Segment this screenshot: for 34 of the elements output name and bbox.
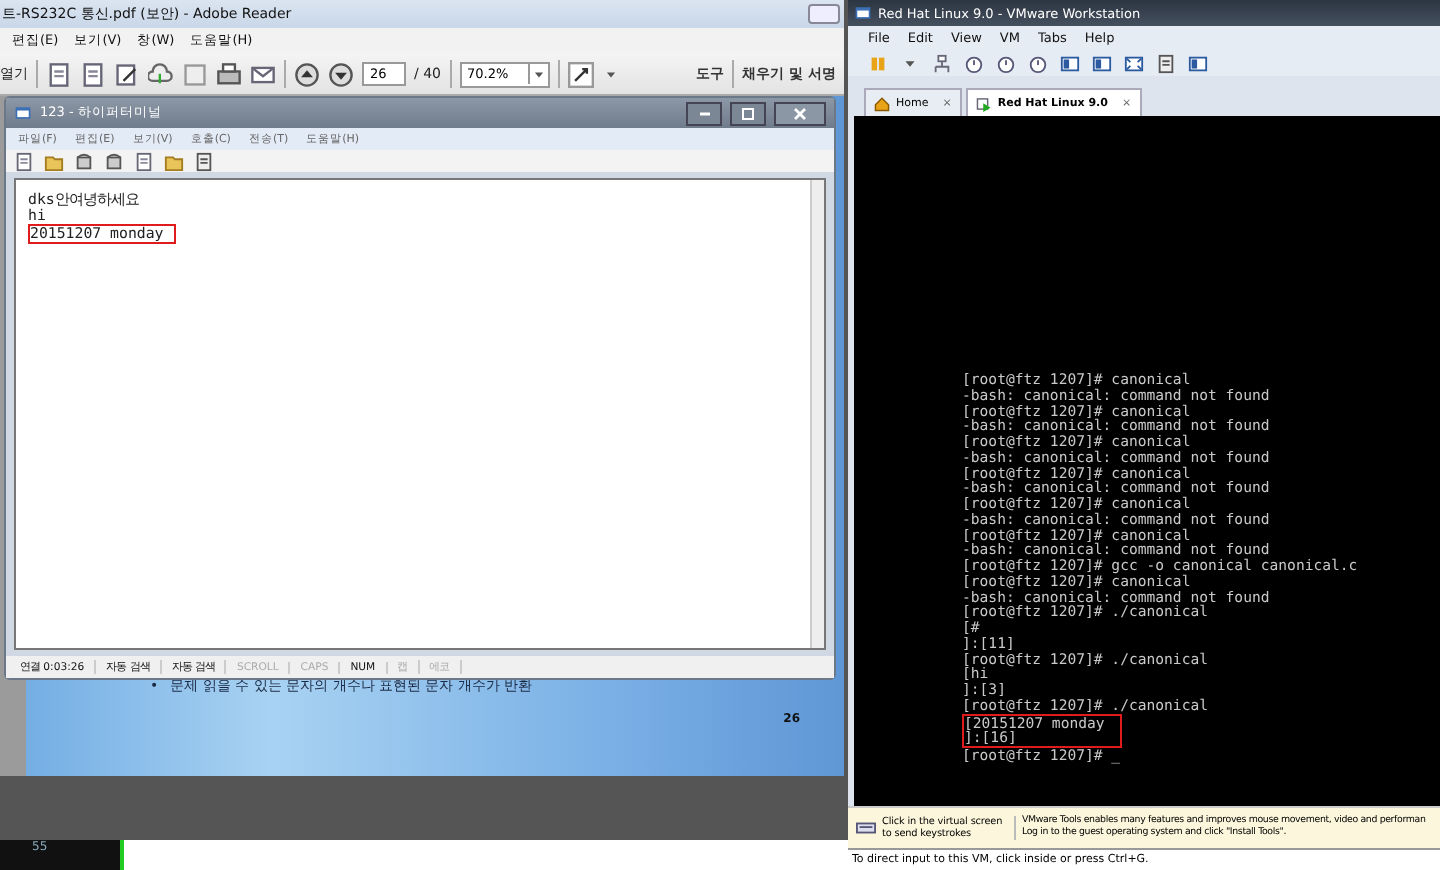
close-button[interactable]: [774, 101, 826, 125]
expand-icon[interactable]: [568, 61, 595, 87]
app-icon[interactable]: [854, 4, 872, 22]
properties-icon[interactable]: [1156, 53, 1176, 73]
cloud-upload-icon[interactable]: [148, 61, 174, 87]
home-icon[interactable]: [874, 95, 890, 111]
keyboard-icon[interactable]: [856, 818, 876, 838]
arrow-up-icon[interactable]: [294, 61, 320, 87]
document-icon[interactable]: [134, 151, 154, 171]
maximize-button[interactable]: [730, 101, 766, 125]
network-icon[interactable]: [932, 53, 952, 73]
print-icon[interactable]: [216, 61, 242, 87]
window-icon[interactable]: [1092, 53, 1112, 73]
window-icon[interactable]: [1188, 53, 1208, 73]
document-icon[interactable]: [80, 61, 106, 87]
vm-icon[interactable]: [975, 95, 992, 111]
fullscreen-icon[interactable]: [1124, 53, 1144, 73]
edit-icon[interactable]: [114, 61, 140, 87]
minimize-button[interactable]: [686, 101, 722, 125]
document-icon[interactable]: [46, 61, 72, 87]
clock-icon[interactable]: [964, 53, 984, 73]
console-screen[interactable]: [854, 116, 1440, 806]
window-icon[interactable]: [1060, 53, 1080, 73]
app-icon[interactable]: [14, 104, 32, 122]
clock-icon[interactable]: [996, 53, 1016, 73]
mail-icon[interactable]: [250, 61, 276, 87]
arrow-down-icon[interactable]: [328, 61, 354, 87]
minimize-icon: [699, 111, 709, 115]
properties-icon[interactable]: [194, 151, 214, 171]
scrollbar[interactable]: [810, 180, 824, 648]
maximize-icon: [742, 107, 754, 119]
new-file-icon[interactable]: [14, 151, 34, 171]
clock-icon[interactable]: [1028, 53, 1048, 73]
close-icon: [794, 107, 806, 119]
